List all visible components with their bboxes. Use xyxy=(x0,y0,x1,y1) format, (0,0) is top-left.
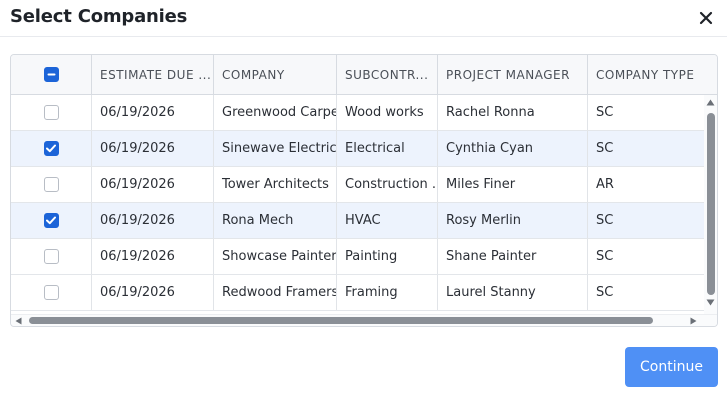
horizontal-scroll-thumb[interactable] xyxy=(29,317,653,324)
cell-estimate-due: 06/19/2026 xyxy=(92,275,214,310)
row-checkbox[interactable] xyxy=(43,141,59,156)
cell-subcontract: Construction ... xyxy=(337,167,438,202)
table-row[interactable]: 06/19/2026 Sinewave Electric... Electrical… xyxy=(11,131,717,167)
scroll-down-icon[interactable] xyxy=(706,299,715,306)
cell-estimate-due: 06/19/2026 xyxy=(92,203,214,238)
cell-subcontract: HVAC xyxy=(337,203,438,238)
cell-subcontract: Framing xyxy=(337,275,438,310)
header-checkbox-cell xyxy=(11,55,92,94)
dialog-title: Select Companies xyxy=(10,6,188,27)
scroll-left-icon[interactable] xyxy=(15,317,22,325)
cell-company-type: SC xyxy=(596,285,614,300)
cell-estimate-due: 06/19/2026 xyxy=(92,131,214,166)
cell-estimate-due: 06/19/2026 xyxy=(92,239,214,274)
close-button[interactable] xyxy=(694,6,718,30)
row-checkbox-cell xyxy=(11,131,92,166)
table-row[interactable]: 06/19/2026 Redwood Framers Framing Laurel S… xyxy=(11,275,717,311)
cell-project-manager: Cynthia Cyan xyxy=(438,131,588,166)
row-checkbox-cell xyxy=(11,275,92,310)
cell-company-type: SC xyxy=(596,105,614,120)
cell-project-manager: Rosy Merlin xyxy=(438,203,588,238)
companies-table: ESTIMATE DUE ... COMPANY SUBCONTR... PRO… xyxy=(10,54,718,327)
row-checkbox-cell xyxy=(11,203,92,238)
cell-project-manager: Miles Finer xyxy=(438,167,588,202)
row-checkbox-cell xyxy=(11,239,92,274)
cell-project-manager: Rachel Ronna xyxy=(438,95,588,130)
cell-company: Tower Architects xyxy=(214,167,337,202)
row-checkbox-cell xyxy=(11,167,92,202)
cell-estimate-due: 06/19/2026 xyxy=(92,167,214,202)
row-checkbox-cell xyxy=(11,95,92,130)
cell-subcontract: Painting xyxy=(337,239,438,274)
cell-company: Showcase Painters xyxy=(214,239,337,274)
table-header: ESTIMATE DUE ... COMPANY SUBCONTR... PRO… xyxy=(11,55,717,95)
cell-company-type: SC xyxy=(596,141,614,156)
cell-company: Sinewave Electric... xyxy=(214,131,337,166)
cell-project-manager: Shane Painter xyxy=(438,239,588,274)
check-icon xyxy=(46,216,56,225)
cell-subcontract: Electrical xyxy=(337,131,438,166)
row-checkbox[interactable] xyxy=(43,213,59,228)
cell-company: Rona Mech xyxy=(214,203,337,238)
cell-company-type: SC xyxy=(596,249,614,264)
continue-button[interactable]: Continue xyxy=(625,347,718,387)
table-row[interactable]: 06/19/2026 Rona Mech HVAC Rosy Merlin SC xyxy=(11,203,717,239)
cell-company: Redwood Framers xyxy=(214,275,337,310)
table-row[interactable]: 06/19/2026 Showcase Painters Painting Shane… xyxy=(11,239,717,275)
vertical-scroll-thumb[interactable] xyxy=(707,113,715,295)
table-row[interactable]: 06/19/2026Greenwood Carpe...Wood worksRa… xyxy=(11,95,717,131)
cell-project-manager: Laurel Stanny xyxy=(438,275,588,310)
scroll-up-icon[interactable] xyxy=(706,99,715,106)
row-checkbox[interactable] xyxy=(43,177,59,192)
row-checkbox[interactable] xyxy=(43,285,59,300)
cell-company-type: AR xyxy=(596,177,614,192)
column-header-company-type[interactable]: COMPANY TYPE xyxy=(588,55,717,94)
cell-company-type: SC xyxy=(596,213,614,228)
cell-subcontract: Wood works xyxy=(337,95,438,130)
row-checkbox[interactable] xyxy=(43,249,59,264)
row-checkbox[interactable] xyxy=(43,105,59,120)
check-icon xyxy=(46,144,56,153)
scroll-right-icon[interactable] xyxy=(690,317,697,325)
dialog-header: Select Companies xyxy=(0,0,727,37)
vertical-scrollbar[interactable] xyxy=(704,95,717,314)
minus-icon xyxy=(47,73,55,76)
column-header-project-manager[interactable]: PROJECT MANAGER xyxy=(438,55,588,94)
cell-company: Greenwood Carpe... xyxy=(214,95,337,130)
select-all-checkbox[interactable] xyxy=(43,67,59,82)
cell-estimate-due: 06/19/2026 xyxy=(92,95,214,130)
table-row[interactable]: 06/19/2026 Tower Architects Construction .… xyxy=(11,167,717,203)
column-header-company[interactable]: COMPANY xyxy=(214,55,337,94)
column-header-subcontract[interactable]: SUBCONTR... xyxy=(337,55,438,94)
horizontal-scrollbar[interactable] xyxy=(11,314,717,326)
column-header-estimate-due[interactable]: ESTIMATE DUE ... xyxy=(92,55,214,94)
close-icon xyxy=(699,11,713,25)
